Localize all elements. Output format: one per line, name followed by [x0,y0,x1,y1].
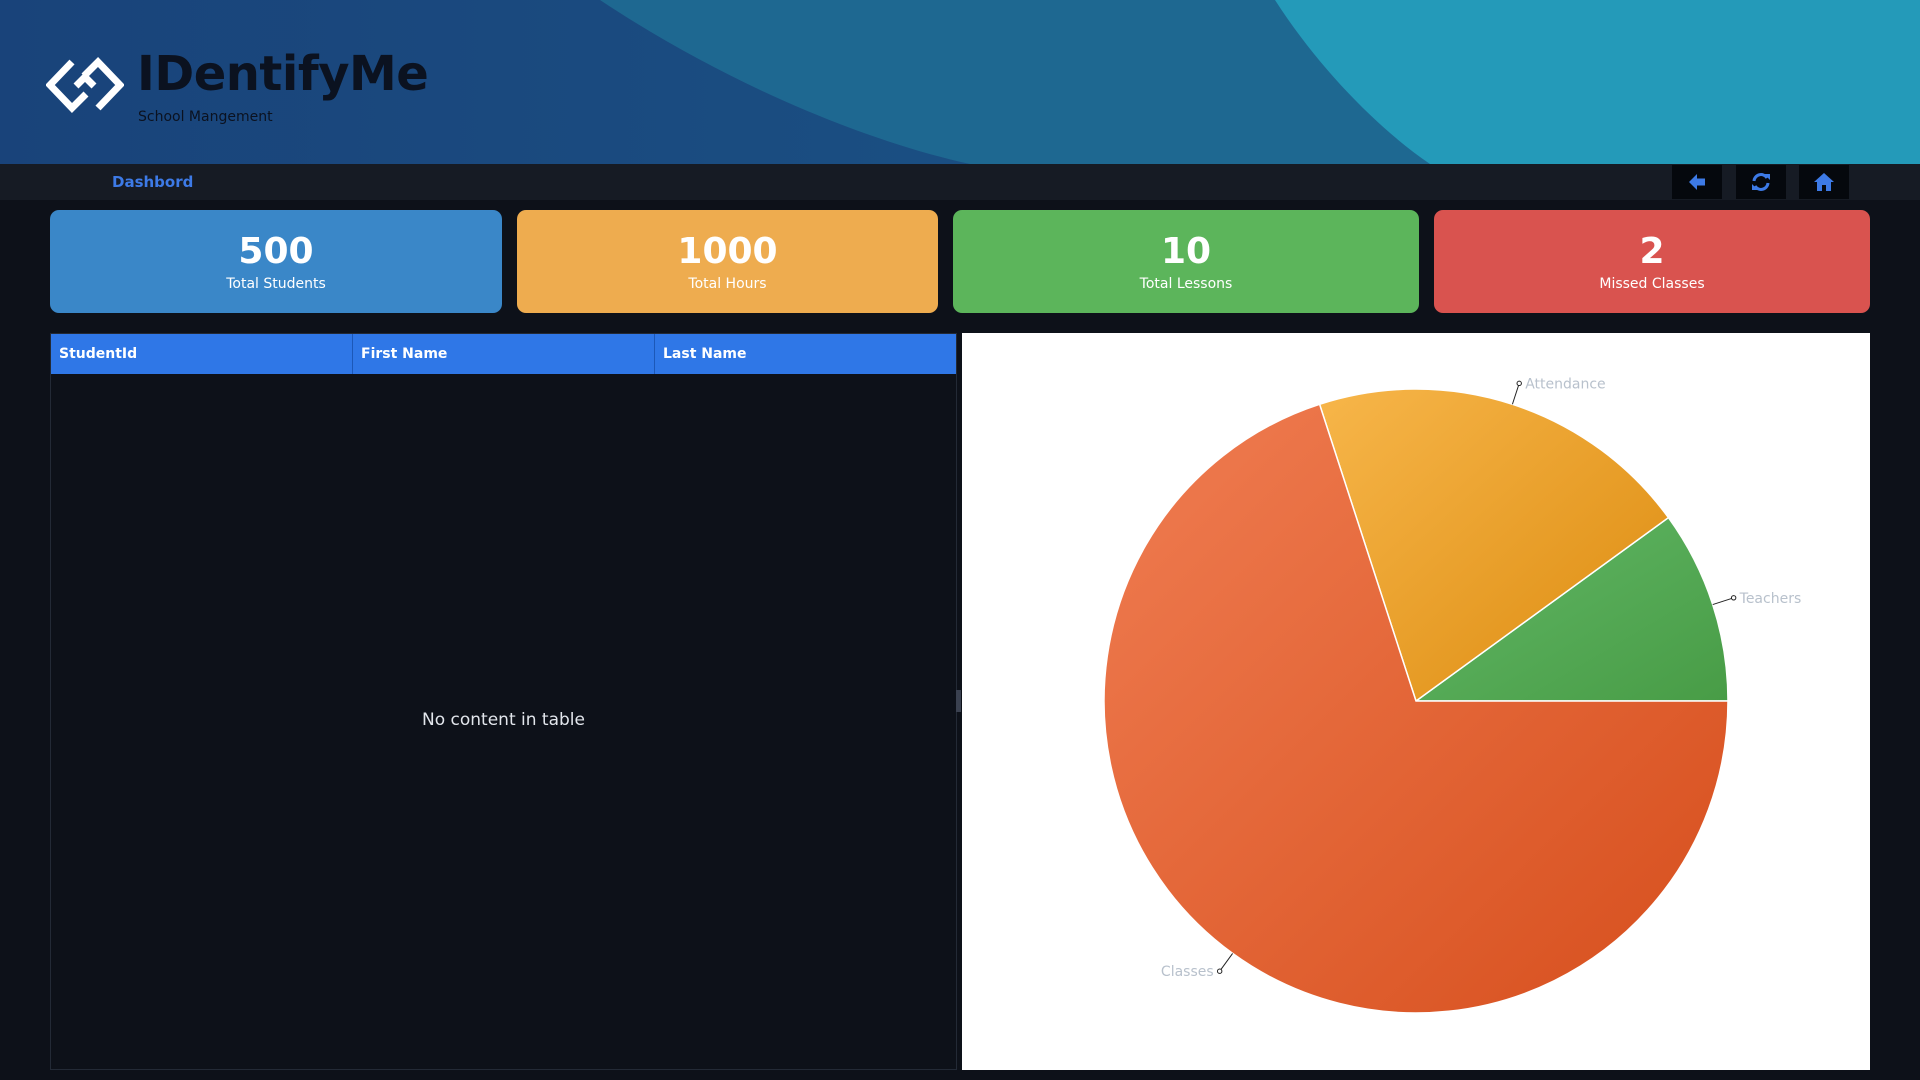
table-header: StudentId First Name Last Name [51,334,956,374]
panel-splitter-handle[interactable] [956,690,961,712]
stat-card-total-lessons: 10 Total Lessons [953,210,1419,313]
stat-value: 500 [238,231,314,272]
column-header-first-name[interactable]: First Name [353,334,655,374]
pie-leader-dot [1730,595,1737,601]
stat-label: Total Students [226,276,326,292]
breadcrumb-dashboard[interactable]: Dashbord [112,173,193,191]
stat-card-missed-classes: 2 Missed Classes [1434,210,1870,313]
stat-value: 10 [1160,231,1212,272]
pie-label-attendance: Attendance [1525,376,1605,392]
refresh-icon [1752,173,1770,191]
home-button[interactable] [1799,165,1849,199]
nav-bar: Dashbord [0,164,1920,200]
header-banner: IDentifyMe School Mangement [0,0,1920,164]
back-button[interactable] [1672,165,1722,199]
pie-leader-line [1712,597,1734,606]
app-logo-icon [46,56,124,114]
home-icon [1814,173,1834,191]
pie-chart: Teachers Attendance Classes [1103,376,1802,1014]
pie-leader-dot [1216,968,1223,974]
stat-card-total-hours: 1000 Total Hours [517,210,938,313]
app-subtitle: School Mangement [138,109,273,125]
column-header-last-name[interactable]: Last Name [655,334,956,374]
pie-chart-panel: Teachers Attendance Classes [962,333,1870,1070]
pie-label-teachers: Teachers [1739,591,1802,607]
column-header-studentid[interactable]: StudentId [51,334,353,374]
table-empty-message: No content in table [422,710,585,730]
students-table: StudentId First Name Last Name No conten… [50,333,957,1070]
stat-value: 1000 [677,231,778,272]
refresh-button[interactable] [1736,165,1786,199]
pie-label-classes: Classes [1161,964,1214,980]
pie-leader-line [1511,383,1520,405]
stat-value: 2 [1639,231,1665,272]
pie-leader-dot [1516,380,1522,387]
stat-label: Missed Classes [1599,276,1705,292]
stat-label: Total Hours [688,276,767,292]
stat-label: Total Lessons [1139,276,1233,292]
pie-leader-line [1219,953,1234,972]
app-title: IDentifyMe [137,46,429,102]
stat-card-total-students: 500 Total Students [50,210,502,313]
arrow-left-icon [1689,174,1705,190]
